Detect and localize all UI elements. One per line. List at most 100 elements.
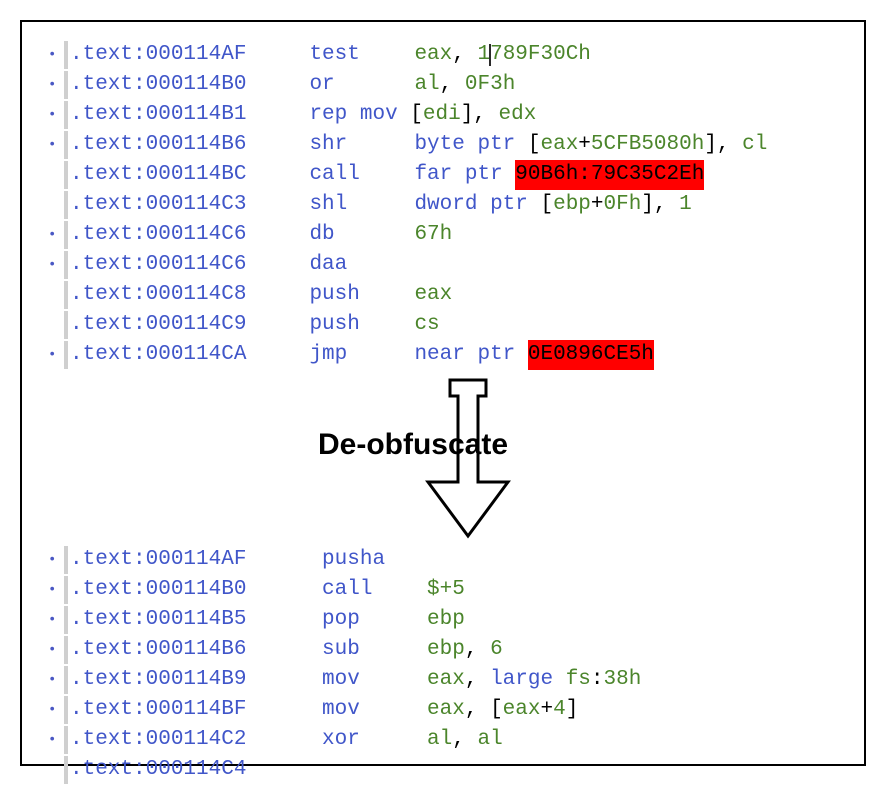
- disasm-row: •.text:000114B6 shrbyte ptr [eax+5CFB508…: [48, 130, 864, 160]
- operand: 789F30Ch: [490, 40, 591, 70]
- operand: dword ptr: [414, 190, 540, 220]
- breakpoint-dot: •: [48, 250, 64, 280]
- operand: ebp: [553, 190, 591, 220]
- operand: 67h: [414, 220, 452, 250]
- operand: [: [398, 100, 423, 130]
- mnemonic: call: [309, 160, 414, 190]
- operand: eax: [414, 40, 452, 70]
- operand: cs: [414, 310, 439, 340]
- mnemonic: shr: [309, 130, 414, 160]
- operand: eax: [427, 695, 465, 725]
- operand: 1: [679, 190, 692, 220]
- mnemonic: mov: [322, 695, 427, 725]
- breakpoint-dot: •: [48, 340, 64, 370]
- mnemonic: daa: [309, 250, 414, 280]
- mnemonic: mov: [322, 665, 427, 695]
- gutter-bar: [64, 666, 68, 694]
- breakpoint-dot: •: [48, 70, 64, 100]
- gutter-bar: [64, 131, 68, 159]
- breakpoint-dot: •: [48, 545, 64, 575]
- disasm-row: •.text:000114AF pusha: [48, 545, 864, 575]
- address: .text:000114B5: [70, 605, 322, 635]
- address: .text:000114AF: [70, 545, 322, 575]
- address: .text:000114AF: [70, 40, 309, 70]
- breakpoint-dot: •: [48, 665, 64, 695]
- operand: al: [414, 70, 439, 100]
- gutter-bar: [64, 71, 68, 99]
- address: .text:000114B0: [70, 70, 309, 100]
- address: .text:000114B1: [70, 100, 309, 130]
- address: .text:000114C8: [70, 280, 309, 310]
- mnemonic: db: [309, 220, 414, 250]
- disasm-row: •.text:000114CA jmpnear ptr 0E0896CE5h: [48, 340, 864, 370]
- operand: 6: [490, 635, 503, 665]
- operand: ],: [641, 190, 679, 220]
- operand: al: [477, 725, 502, 755]
- operand: near ptr: [414, 340, 527, 370]
- operand: large: [490, 665, 566, 695]
- disasm-row: •.text:000114B1 rep mov [edi], edx: [48, 100, 864, 130]
- deobfuscated-listing: •.text:000114AF pusha•.text:000114B0 cal…: [48, 545, 864, 785]
- operand: edx: [499, 100, 537, 130]
- frame: •.text:000114AF testeax, 1789F30Ch•.text…: [20, 20, 866, 766]
- disasm-row: •.text:000114B9 moveax, large fs:38h: [48, 665, 864, 695]
- operand: ,: [465, 635, 490, 665]
- mnemonic: sub: [322, 635, 427, 665]
- address: .text:000114C4: [70, 755, 322, 785]
- operand: [: [540, 190, 553, 220]
- gutter-bar: [64, 161, 68, 189]
- disasm-row: •.text:000114C6 daa: [48, 250, 864, 280]
- operand: $+5: [427, 575, 465, 605]
- mnemonic: call: [322, 575, 427, 605]
- gutter-bar: [64, 756, 68, 784]
- gutter-bar: [64, 221, 68, 249]
- operand: eax: [427, 665, 465, 695]
- obfuscated-listing: •.text:000114AF testeax, 1789F30Ch•.text…: [48, 40, 864, 370]
- operand: eax: [503, 695, 541, 725]
- mnemonic: jmp: [309, 340, 414, 370]
- disasm-row: .text:000114C4: [48, 755, 864, 785]
- operand: +: [540, 695, 553, 725]
- operand: 0E0896CE5h: [528, 340, 654, 370]
- operand: ,: [465, 665, 490, 695]
- breakpoint-dot: •: [48, 130, 64, 160]
- gutter-bar: [64, 546, 68, 574]
- disasm-row: •.text:000114B5 popebp: [48, 605, 864, 635]
- address: .text:000114B6: [70, 130, 309, 160]
- breakpoint-dot: •: [48, 40, 64, 70]
- disasm-row: .text:000114BC callfar ptr 90B6h:79C35C2…: [48, 160, 864, 190]
- operand: ,: [452, 40, 477, 70]
- operand: 90B6h:79C35C2Eh: [515, 160, 704, 190]
- operand: fs: [566, 665, 591, 695]
- operand: , [: [465, 695, 503, 725]
- breakpoint-dot: •: [48, 635, 64, 665]
- mnemonic: shl: [309, 190, 414, 220]
- gutter-bar: [64, 251, 68, 279]
- address: .text:000114C9: [70, 310, 309, 340]
- operand: +: [591, 190, 604, 220]
- disasm-row: •.text:000114B6 subebp, 6: [48, 635, 864, 665]
- operand: byte ptr: [414, 130, 527, 160]
- operand: :: [591, 665, 604, 695]
- address: .text:000114B9: [70, 665, 322, 695]
- disasm-row: .text:000114C9 pushcs: [48, 310, 864, 340]
- breakpoint-dot: •: [48, 695, 64, 725]
- mnemonic: pusha: [322, 545, 427, 575]
- gutter-bar: [64, 281, 68, 309]
- operand: +: [578, 130, 591, 160]
- operand: ebp: [427, 605, 465, 635]
- operand: 0Fh: [604, 190, 642, 220]
- disasm-row: •.text:000114BF moveax, [eax+4]: [48, 695, 864, 725]
- address: .text:000114B0: [70, 575, 322, 605]
- gutter-bar: [64, 726, 68, 754]
- operand: ]: [566, 695, 579, 725]
- address: .text:000114C3: [70, 190, 309, 220]
- address: .text:000114BC: [70, 160, 309, 190]
- mnemonic: rep mov: [309, 100, 397, 130]
- mnemonic: push: [309, 280, 414, 310]
- gutter-bar: [64, 636, 68, 664]
- operand: ,: [452, 725, 477, 755]
- operand: 0F3h: [465, 70, 515, 100]
- operand: 4: [553, 695, 566, 725]
- gutter-bar: [64, 191, 68, 219]
